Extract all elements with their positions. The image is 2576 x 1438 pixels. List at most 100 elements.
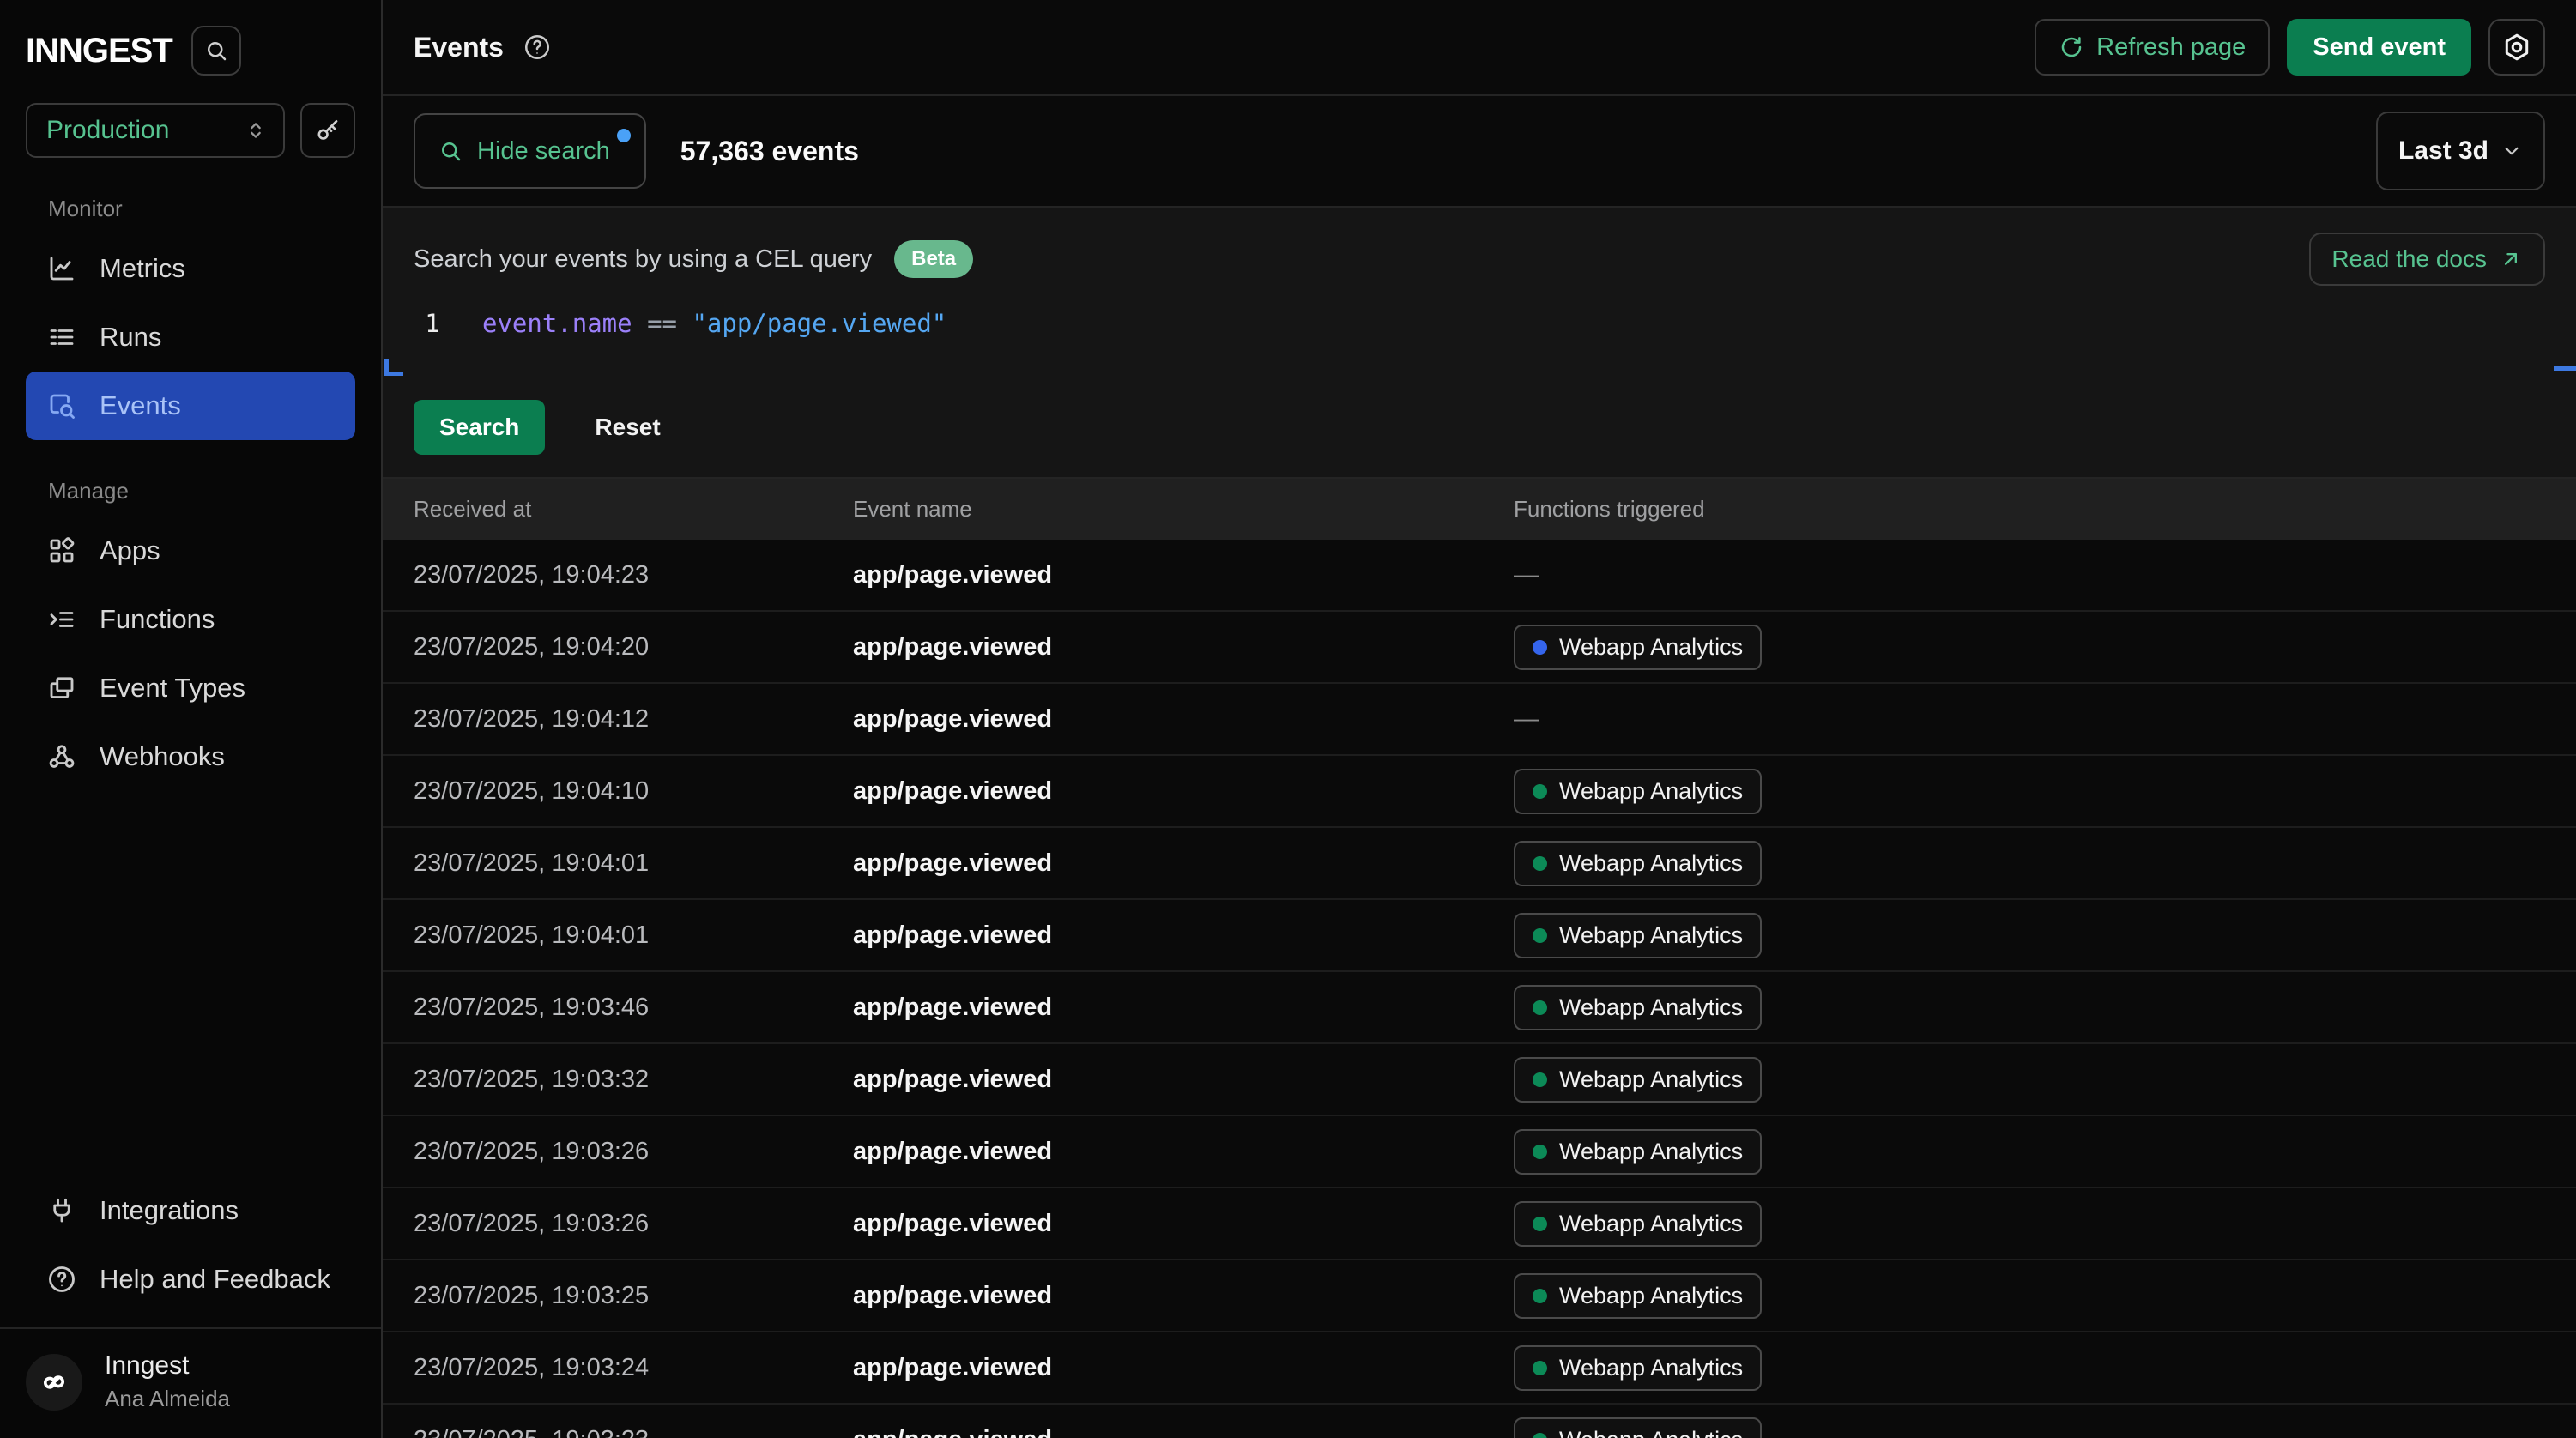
sidebar-item-webhooks[interactable]: Webhooks [26, 722, 355, 791]
functions-triggered-cell: Webapp Analytics [1514, 1273, 2576, 1319]
refresh-icon [2059, 34, 2084, 60]
refresh-page-label: Refresh page [2096, 33, 2246, 62]
function-badge[interactable]: Webapp Analytics [1514, 1417, 1762, 1438]
no-functions-dash: — [1514, 561, 1539, 589]
cel-editor-wrap: 1 event.name == "app/page.viewed" [383, 309, 2576, 391]
sidebar-item-label: Events [100, 390, 181, 421]
sidebar-item-integrations[interactable]: Integrations [26, 1176, 355, 1245]
sidebar-item-label: Functions [100, 604, 215, 635]
profile-menu[interactable]: Inngest Ana Almeida [0, 1329, 381, 1438]
events-table: Received at Event name Functions trigger… [383, 479, 2576, 1438]
table-row[interactable]: 23/07/2025, 19:04:01app/page.viewedWebap… [383, 900, 2576, 972]
arrow-up-right-icon [2499, 247, 2523, 271]
function-status-dot [1533, 1289, 1547, 1303]
table-row[interactable]: 23/07/2025, 19:03:26app/page.viewedWebap… [383, 1188, 2576, 1260]
sidebar-footer-nav: Integrations Help and Feedback [0, 1176, 381, 1314]
function-name: Webapp Analytics [1559, 1283, 1743, 1309]
sidebar-search-button[interactable] [191, 26, 241, 76]
table-row[interactable]: 23/07/2025, 19:04:20app/page.viewedWebap… [383, 612, 2576, 684]
sidebar-item-apps[interactable]: Apps [26, 517, 355, 585]
send-event-button[interactable]: Send event [2287, 19, 2471, 76]
sidebar-item-runs[interactable]: Runs [26, 303, 355, 372]
function-badge[interactable]: Webapp Analytics [1514, 985, 1762, 1030]
function-badge[interactable]: Webapp Analytics [1514, 1345, 1762, 1391]
event-name-cell: app/page.viewed [853, 705, 1514, 734]
table-row[interactable]: 23/07/2025, 19:04:01app/page.viewedWebap… [383, 828, 2576, 900]
editor-resize-handle-left[interactable] [384, 359, 403, 376]
received-at-cell: 23/07/2025, 19:04:01 [414, 849, 853, 878]
received-at-cell: 23/07/2025, 19:03:25 [414, 1282, 853, 1310]
function-status-dot [1533, 1145, 1547, 1159]
table-row[interactable]: 23/07/2025, 19:04:23app/page.viewed— [383, 540, 2576, 612]
table-row[interactable]: 23/07/2025, 19:04:12app/page.viewed— [383, 684, 2576, 756]
webhook-icon [46, 741, 77, 772]
function-name: Webapp Analytics [1559, 850, 1743, 877]
table-row[interactable]: 23/07/2025, 19:03:23app/page.viewedWebap… [383, 1405, 2576, 1438]
function-badge[interactable]: Webapp Analytics [1514, 769, 1762, 814]
chevron-updown-icon [244, 118, 268, 142]
toggle-search-button[interactable]: Hide search [414, 113, 646, 189]
sidebar-item-label: Metrics [100, 253, 185, 284]
event-name-cell: app/page.viewed [853, 1066, 1514, 1094]
table-row[interactable]: 23/07/2025, 19:03:32app/page.viewedWebap… [383, 1044, 2576, 1116]
table-row[interactable]: 23/07/2025, 19:03:25app/page.viewedWebap… [383, 1260, 2576, 1332]
search-icon [438, 138, 463, 164]
function-badge[interactable]: Webapp Analytics [1514, 1129, 1762, 1175]
reset-button[interactable]: Reset [595, 414, 660, 441]
table-row[interactable]: 23/07/2025, 19:03:24app/page.viewedWebap… [383, 1332, 2576, 1405]
time-range-select[interactable]: Last 3d [2376, 112, 2545, 190]
sidebar-top: INNGEST Production [0, 0, 381, 791]
table-row[interactable]: 23/07/2025, 19:03:26app/page.viewedWebap… [383, 1116, 2576, 1188]
plug-icon [46, 1195, 77, 1226]
sidebar-item-metrics[interactable]: Metrics [26, 234, 355, 303]
profile-org-name: Inngest [105, 1351, 230, 1381]
function-name: Webapp Analytics [1559, 1139, 1743, 1165]
function-name: Webapp Analytics [1559, 1355, 1743, 1381]
function-badge[interactable]: Webapp Analytics [1514, 913, 1762, 958]
search-panel-header: Search your events by using a CEL query … [383, 232, 2576, 287]
table-header: Received at Event name Functions trigger… [383, 479, 2576, 540]
functions-triggered-cell: Webapp Analytics [1514, 913, 2576, 958]
sidebar-item-label: Webhooks [100, 741, 225, 772]
table-row[interactable]: 23/07/2025, 19:04:10app/page.viewedWebap… [383, 756, 2576, 828]
function-badge[interactable]: Webapp Analytics [1514, 625, 1762, 670]
function-status-dot [1533, 1217, 1547, 1231]
sidebar-item-functions[interactable]: Functions [26, 585, 355, 654]
received-at-cell: 23/07/2025, 19:04:23 [414, 561, 853, 589]
cel-query-editor[interactable]: 1 event.name == "app/page.viewed" [383, 309, 2576, 338]
page-title: Events [414, 32, 504, 63]
function-badge[interactable]: Webapp Analytics [1514, 1057, 1762, 1103]
environment-select[interactable]: Production [26, 103, 285, 158]
function-badge[interactable]: Webapp Analytics [1514, 841, 1762, 886]
editor-resize-handle-right[interactable] [2554, 366, 2576, 371]
page-help-icon[interactable] [523, 33, 552, 62]
editor-line-number: 1 [383, 309, 482, 338]
function-list-icon [46, 604, 77, 635]
event-keys-button[interactable] [300, 103, 355, 158]
code-token: event.name [482, 309, 632, 338]
function-status-dot [1533, 856, 1547, 871]
sidebar-item-events[interactable]: Events [26, 372, 355, 440]
function-badge[interactable]: Webapp Analytics [1514, 1273, 1762, 1319]
inngest-logo-icon [37, 1365, 71, 1399]
sidebar-item-help-and-feedback[interactable]: Help and Feedback [26, 1245, 355, 1314]
function-status-dot [1533, 1361, 1547, 1375]
function-badge[interactable]: Webapp Analytics [1514, 1201, 1762, 1247]
sidebar-item-event-types[interactable]: Event Types [26, 654, 355, 722]
search-button[interactable]: Search [414, 400, 545, 455]
event-name-cell: app/page.viewed [853, 1426, 1514, 1438]
read-docs-button[interactable]: Read the docs [2309, 233, 2545, 286]
settings-button[interactable] [2488, 19, 2545, 76]
search-panel-actions: Search Reset [383, 391, 2576, 477]
function-status-dot [1533, 928, 1547, 943]
refresh-page-button[interactable]: Refresh page [2035, 19, 2270, 76]
received-at-cell: 23/07/2025, 19:04:12 [414, 705, 853, 734]
received-at-cell: 23/07/2025, 19:03:46 [414, 994, 853, 1022]
code-token: == [632, 309, 692, 338]
gear-icon [2501, 32, 2532, 63]
sidebar-item-label: Integrations [100, 1195, 239, 1226]
functions-triggered-cell: Webapp Analytics [1514, 1057, 2576, 1103]
table-row[interactable]: 23/07/2025, 19:03:46app/page.viewedWebap… [383, 972, 2576, 1044]
sidebar-nav: MonitorMetricsRunsEventsManageAppsFuncti… [0, 196, 381, 791]
sidebar: INNGEST Production [0, 0, 383, 1438]
